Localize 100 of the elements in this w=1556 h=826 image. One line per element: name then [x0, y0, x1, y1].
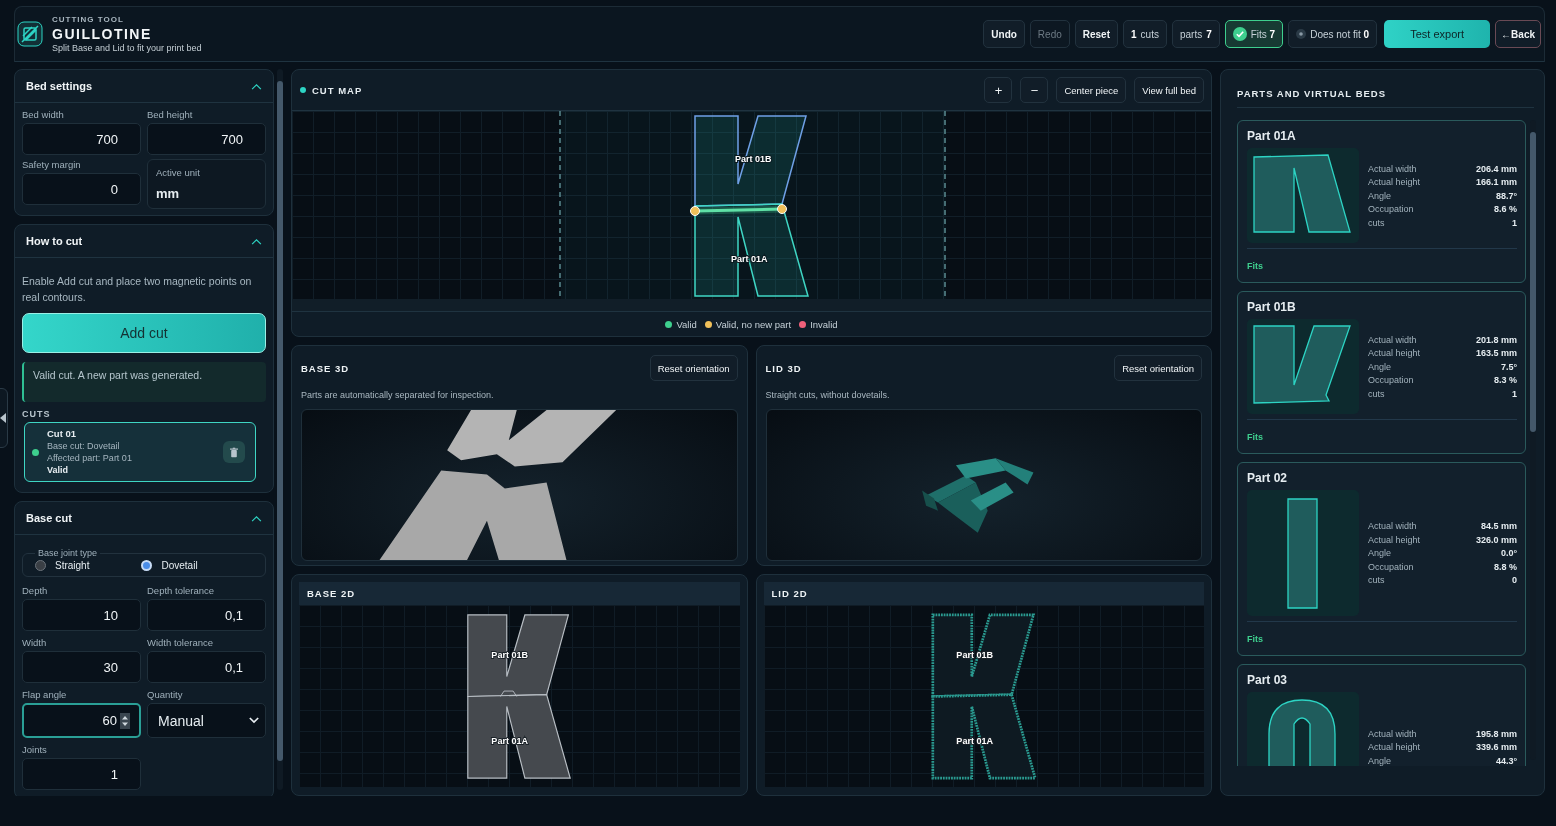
section-heading: CUTS — [22, 409, 52, 419]
stat-label: Occupation — [1368, 561, 1414, 572]
stat-value: 1 — [1512, 217, 1517, 228]
full-bed-button[interactable]: View full bed — [1134, 77, 1204, 103]
panel-title: How to cut — [26, 235, 83, 247]
stat-label: Actual height — [1368, 534, 1421, 545]
stat-label: Occupation — [1368, 204, 1414, 214]
reset-orientation-button[interactable]: Reset orientation — [1114, 355, 1202, 381]
stat-value: 201.8 mm — [1475, 334, 1517, 345]
cut-point-handle[interactable] — [690, 206, 700, 216]
field-label: Safety margin — [22, 159, 82, 170]
stat-value: 206.4 mm — [1475, 163, 1517, 174]
stat-label: Actual height — [1368, 177, 1421, 187]
triangle-left-icon — [0, 413, 6, 423]
part-name: Part 03 — [1247, 673, 1289, 687]
chevron-up-icon[interactable] — [251, 82, 262, 90]
stat-value: 8.8 % — [1494, 561, 1517, 572]
section-title: BASE 2D — [307, 588, 356, 599]
input-field[interactable]: 700 — [22, 123, 141, 155]
stat-label: Actual width — [1368, 334, 1417, 345]
input-field[interactable]: 30 — [22, 651, 141, 683]
fit-status: Fits — [1247, 432, 1263, 442]
toolbar-button[interactable]: Undo — [983, 20, 1025, 48]
cut-detail: Base cut: Dovetail — [47, 440, 121, 452]
base-outline-drawing[interactable] — [467, 613, 572, 779]
section-title: LID 2D — [771, 588, 808, 599]
input-field[interactable]: 0,1 — [147, 651, 266, 683]
stat-value: 0 — [1512, 575, 1517, 585]
field-label: Depth tolerance — [147, 585, 216, 596]
radio-label: Dovetail — [161, 560, 198, 571]
zoom-in-button[interactable]: + — [984, 77, 1013, 103]
part-card[interactable]: Part 02 Actual width 84.5 mm Actual height 326.0 mm Angle 0.0° Occupation 8.8 % cuts 0 Fits — [1237, 462, 1526, 656]
input-field[interactable]: 700 — [147, 123, 266, 155]
view-caption: Straight cuts, without dovetails. — [765, 390, 891, 400]
stat-value: 163.5 mm — [1475, 348, 1517, 358]
toolbar-button[interactable]: Reset — [1074, 20, 1118, 48]
base-3d-drawing[interactable] — [379, 410, 617, 560]
status-message: Valid cut. A new part was generated. — [22, 362, 266, 402]
stat-label: Actual width — [1368, 521, 1417, 531]
legend-label: Valid — [676, 318, 697, 330]
stat-label: Actual height — [1368, 348, 1421, 358]
group-legend: Base joint type — [35, 548, 101, 558]
cut-status: Valid — [47, 464, 69, 476]
chevron-up-icon[interactable] — [251, 237, 262, 245]
collapse-handle[interactable] — [0, 388, 8, 448]
unit-value: mm — [156, 186, 181, 201]
spinner-icon[interactable] — [120, 713, 130, 729]
legend-label: Invalid — [810, 318, 838, 330]
part-shape[interactable] — [694, 203, 809, 297]
input-field[interactable]: 1 — [22, 758, 141, 790]
stat-value: 84.5 mm — [1480, 521, 1517, 531]
radio-button[interactable] — [35, 560, 46, 571]
lid-3d-drawing[interactable] — [921, 458, 1033, 533]
trash-icon — [230, 446, 238, 458]
legend-label: Valid, no new part — [715, 318, 792, 330]
reset-orientation-button[interactable]: Reset orientation — [649, 355, 738, 381]
stat-value: 326.0 mm — [1475, 534, 1517, 545]
stat-value: 8.6 % — [1494, 204, 1517, 214]
chevron-up-icon[interactable] — [251, 514, 262, 522]
scrollbar[interactable] — [277, 69, 283, 790]
input-field[interactable]: 10 — [22, 599, 141, 631]
input-field[interactable]: 0 — [22, 173, 141, 205]
part-name: Part 01A — [1247, 129, 1297, 143]
cut-point-handle[interactable] — [777, 204, 787, 214]
chevron-down-icon — [249, 717, 259, 724]
stat-value: 44.3° — [1495, 755, 1517, 766]
not-fit-label: Does not fit 0 — [1310, 28, 1370, 40]
field-label: Flap angle — [22, 689, 68, 700]
lid-outline-drawing[interactable] — [931, 613, 1037, 779]
cuts-counter: 1 cuts — [1123, 20, 1167, 48]
part-label: Part 01A — [491, 735, 529, 746]
export-button[interactable]: Test export — [1384, 20, 1491, 48]
cut-item[interactable]: Cut 01 Base cut: Dovetail Affected part: Part 01 Valid — [24, 422, 256, 482]
part-card[interactable]: Part 03 Actual width 195.8 mm Actual height 339.6 mm Angle 44.3° — [1237, 664, 1526, 766]
stat-label: Angle — [1368, 361, 1392, 372]
part-label: Part 01B — [956, 649, 993, 660]
delete-button[interactable] — [223, 441, 245, 463]
stat-label: Angle — [1368, 755, 1392, 766]
dropdown[interactable]: Manual — [147, 703, 266, 738]
part-card[interactable]: Part 01A Actual width 206.4 mm Actual height 166.1 mm Angle 88.7° Occupation 8.6 % cuts 1 Fits — [1237, 120, 1526, 283]
zoom-out-button[interactable]: − — [1020, 77, 1049, 103]
part-shape[interactable] — [694, 115, 807, 207]
input-field[interactable]: 0,1 — [147, 599, 266, 631]
dot-icon — [1296, 29, 1307, 39]
field-label: Bed width — [22, 109, 65, 120]
add-cut-button[interactable]: Add cut — [22, 313, 266, 353]
stat-value: 7.5° — [1500, 361, 1517, 372]
part-name: Part 01B — [1247, 300, 1297, 314]
stat-label: Angle — [1368, 548, 1392, 558]
stat-label: Actual width — [1368, 728, 1417, 739]
app-subtitle: Split Base and Lid to fit your print bed — [52, 43, 202, 53]
input-field[interactable]: 60 — [22, 703, 141, 738]
part-name: Part 02 — [1247, 471, 1289, 485]
center-piece-button[interactable]: Center piece — [1056, 77, 1127, 103]
part-card[interactable]: Part 01B Actual width 201.8 mm Actual height 163.5 mm Angle 7.5° Occupation 8.3 % cuts 1 Fits — [1237, 291, 1526, 454]
panel-title: Bed settings — [26, 80, 92, 92]
part-label: Part 01A — [731, 254, 768, 264]
back-button[interactable]: ←Back — [1495, 20, 1541, 48]
field-label: Width tolerance — [147, 637, 214, 648]
stat-label: cuts — [1368, 217, 1385, 228]
